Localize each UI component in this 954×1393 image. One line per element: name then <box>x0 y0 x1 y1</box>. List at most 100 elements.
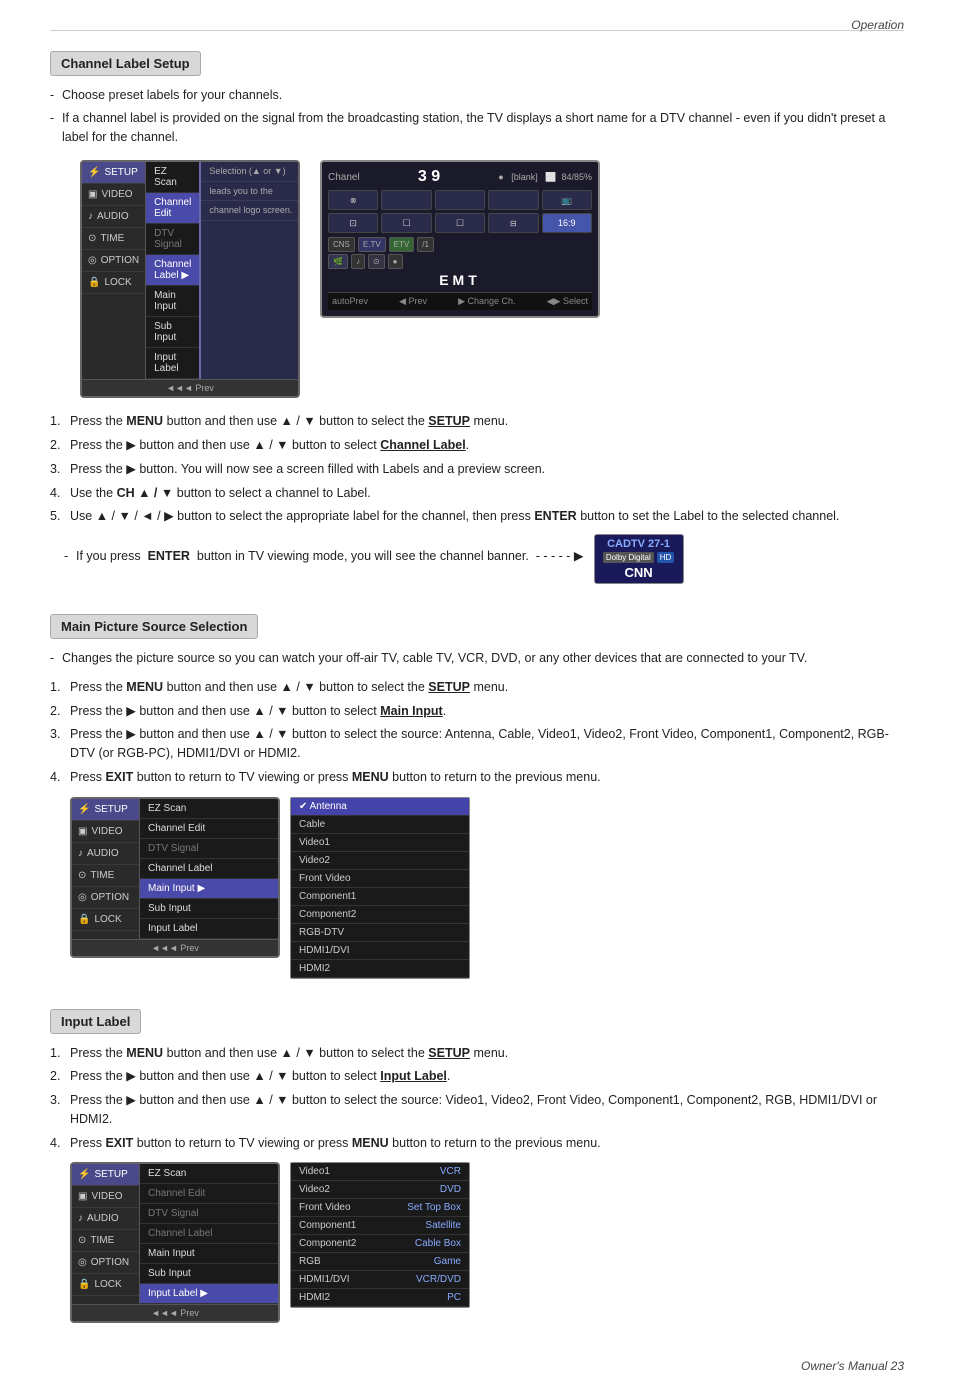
bottom-icon-row: CNS E.TV ETV /1 <box>328 237 592 252</box>
opt-video2: Video2 <box>291 852 469 870</box>
channel-icons-right: ● [blank] ⬜ 84/85% <box>498 172 592 183</box>
opt-component2: Component2 <box>291 906 469 924</box>
input-label-title: Input Label <box>50 1009 141 1034</box>
mps-step-1: 1. Press the MENU button and then use ▲ … <box>50 678 904 697</box>
channel-left-col: ⊗ 📺 ⊡ ☐ ☐ ⊟ 16:9 CNS <box>328 190 592 269</box>
il-hdmi1-label: HDMI1/DVI <box>299 1274 350 1285</box>
main-input-label: Input Label <box>146 348 199 379</box>
audio-icon: ♪ <box>88 211 93 222</box>
setup-label: SETUP <box>104 167 137 178</box>
main-channel-label: Channel Label ▶ <box>146 255 199 286</box>
operation-label: Operation <box>851 18 904 32</box>
main-picture-bullets: Changes the picture source so you can wa… <box>50 649 904 668</box>
mps-main-cl: Channel Label <box>140 859 278 879</box>
icon-etv: E.TV <box>358 237 386 252</box>
grid-cell-3 <box>435 190 485 210</box>
setup-icon-il: ⚡ <box>78 1169 90 1180</box>
input-label-steps: 1. Press the MENU button and then use ▲ … <box>50 1044 904 1153</box>
tv-sidebar-1: ⚡ SETUP ▣ VIDEO ♪ AUDIO ⊙ <box>82 162 146 379</box>
channel-banner-box: CADTV 27-1 Dolby Digital HD CNN <box>594 534 684 584</box>
il-hdmi1-val: VCR/DVD <box>416 1274 461 1285</box>
mps-bullet-1: Changes the picture source so you can wa… <box>50 649 904 668</box>
opt-cable: Cable <box>291 816 469 834</box>
il-row-rgb: RGB Game <box>291 1253 469 1271</box>
opt-video1: Video1 <box>291 834 469 852</box>
il-front-val: Set Top Box <box>407 1202 461 1213</box>
main-picture-source-section: Main Picture Source Selection Changes th… <box>50 614 904 979</box>
sidebar-setup-il: ⚡ SETUP <box>72 1164 139 1186</box>
il-main-ez: EZ Scan <box>140 1164 278 1184</box>
mps-main-il: Input Label <box>140 919 278 939</box>
main-picture-steps: 1. Press the MENU button and then use ▲ … <box>50 678 904 787</box>
time-icon-mps: ⊙ <box>78 870 86 881</box>
option-label: OPTION <box>101 255 139 266</box>
il-menu-row: ⚡ SETUP ▣ VIDEO ♪ AUDIO ⊙ <box>70 1162 904 1323</box>
il-video2-label: Video2 <box>299 1184 330 1195</box>
tv-sub-menu-1: Selection (▲ or ▼) leads you to the chan… <box>199 162 300 379</box>
option-icon: ◎ <box>88 255 97 266</box>
mps-step-2: 2. Press the ▶ button and then use ▲ / ▼… <box>50 702 904 721</box>
setup-icon-mps: ⚡ <box>78 804 90 815</box>
il-main-si: Sub Input <box>140 1264 278 1284</box>
tv-bottom-il: ◄◄◄ Prev <box>72 1304 278 1321</box>
enter-note: If you press ENTER button in TV viewing … <box>64 547 584 566</box>
grid-cell-9: ⊟ <box>488 213 538 233</box>
hd-badge: HD <box>657 552 675 563</box>
menu-bold-1: MENU <box>126 414 163 428</box>
il-row-video1: Video1 VCR <box>291 1163 469 1181</box>
audio-label: AUDIO <box>97 211 129 222</box>
mps-main-si: Sub Input <box>140 899 278 919</box>
bottom-label-3: ▶ Change Ch. <box>458 296 515 307</box>
il-step-2: 2. Press the ▶ button and then use ▲ / ▼… <box>50 1067 904 1086</box>
video-icon-mps: ▣ <box>78 826 87 837</box>
channel-label-bold: Channel Label <box>380 438 465 452</box>
main-picture-source-title: Main Picture Source Selection <box>50 614 258 639</box>
il-main-dtv: DTV Signal <box>140 1204 278 1224</box>
channel-grid-area: ⊗ 📺 ⊡ ☐ ☐ ⊟ 16:9 CNS <box>328 190 592 269</box>
icon-leaf: 🌿 <box>328 254 348 269</box>
sub-note-1: Selection (▲ or ▼) <box>201 162 300 182</box>
il-row-hdmi2: HDMI2 PC <box>291 1289 469 1307</box>
grid-cell-6: ⊡ <box>328 213 378 233</box>
il-rgb-val: Game <box>434 1256 461 1267</box>
sidebar-time: ⊙ TIME <box>82 228 145 250</box>
sidebar-time-il: ⊙ TIME <box>72 1230 139 1252</box>
icon-arrow: ⊙ <box>368 254 385 269</box>
sidebar-lock: 🔒 LOCK <box>82 272 145 294</box>
icon-etv2: ETV <box>389 237 415 252</box>
sidebar-video: ▣ VIDEO <box>82 184 145 206</box>
opt-antenna: ✔ Antenna <box>291 798 469 816</box>
cmt-logo: EMT <box>328 272 592 288</box>
bottom-label-4: ◀▶ Select <box>547 296 588 307</box>
il-row-hdmi1: HDMI1/DVI VCR/DVD <box>291 1271 469 1289</box>
tv-main-mps: EZ Scan Channel Edit DTV Signal Channel … <box>140 799 278 939</box>
channel-label-display: Chanel <box>328 172 360 183</box>
sub-note-3: channel logo screen. <box>201 201 300 221</box>
grid-cell-7: ☐ <box>381 213 431 233</box>
sidebar-time-mps: ⊙ TIME <box>72 865 139 887</box>
il-row-comp2: Component2 Cable Box <box>291 1235 469 1253</box>
channel-banner-name: CNN <box>603 565 675 580</box>
sidebar-video-il: ▣ VIDEO <box>72 1186 139 1208</box>
mps-step-4: 4. Press EXIT button to return to TV vie… <box>50 768 904 787</box>
sidebar-audio: ♪ AUDIO <box>82 206 145 228</box>
lock-icon-il: 🔒 <box>78 1279 90 1290</box>
bullet-1: Choose preset labels for your channels. <box>50 86 904 105</box>
enter-bold-2: ENTER <box>148 549 190 563</box>
video-icon-il: ▣ <box>78 1191 87 1202</box>
setup-bold-1: SETUP <box>428 414 470 428</box>
step-1: 1. Press the MENU button and then use ▲ … <box>50 412 904 431</box>
grid-cell-8: ☐ <box>435 213 485 233</box>
channel-icons-grid: ⊗ 📺 ⊡ ☐ ☐ ⊟ 16:9 <box>328 190 592 233</box>
lock-icon-mps: 🔒 <box>78 914 90 925</box>
icon-music: ♪ <box>351 254 365 269</box>
setup-icon: ⚡ <box>88 167 100 178</box>
bottom-icon-row2: 🌿 ♪ ⊙ ● <box>328 254 592 269</box>
ch-bold: CH ▲ / ▼ <box>117 486 174 500</box>
tv-bottom-1: ◄◄◄ Prev <box>82 379 298 396</box>
bottom-label-2: ◀ Prev <box>399 296 427 307</box>
mps-main-ce: Channel Edit <box>140 819 278 839</box>
opt-hdmi1: HDMI1/DVI <box>291 942 469 960</box>
main-sub-input: Sub Input <box>146 317 199 348</box>
grid-cell-2 <box>381 190 431 210</box>
